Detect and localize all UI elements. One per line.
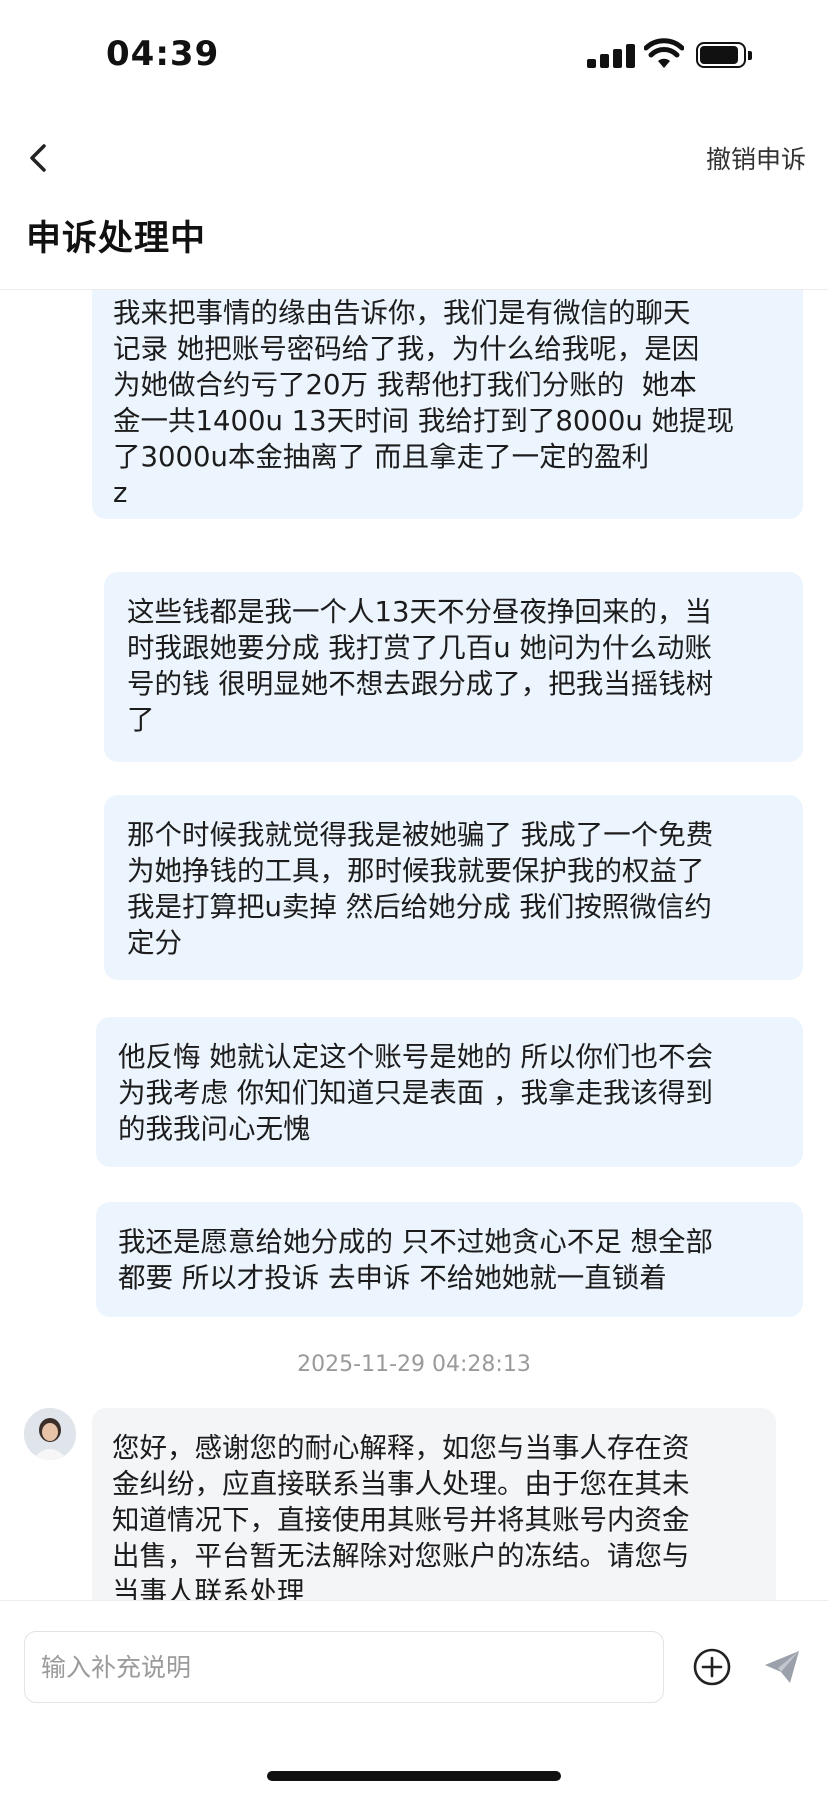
home-indicator [267, 1771, 561, 1781]
message-bubble: 我还是愿意给她分成的 只不过她贪心不足 想全部 都要 所以才投诉 去申诉 不给她… [96, 1202, 803, 1317]
status-time: 04:39 [106, 34, 220, 74]
status-bar: 04:39 [0, 0, 828, 110]
paper-plane-icon [765, 1651, 799, 1683]
message-bubble: 那个时候我就觉得我是被她骗了 我成了一个免费 为她挣钱的工具，那时候我就要保护我… [104, 795, 803, 980]
reply-bubble: 您好，感谢您的耐心解释，如您与当事人存在资 金纠纷，应直接联系当事人处理。由于您… [92, 1408, 776, 1600]
battery-icon [696, 42, 754, 68]
message-text: 我还是愿意给她分成的 只不过她贪心不足 想全部 都要 所以才投诉 去申诉 不给她… [118, 1226, 713, 1294]
message-bubble: 我来把事情的缘由告诉你，我们是有微信的聊天 记录 她把账号密码给了我，为什么给我… [92, 290, 803, 519]
add-attachment-button[interactable] [692, 1647, 732, 1687]
chat-thread[interactable]: 我来把事情的缘由告诉你，我们是有微信的聊天 记录 她把账号密码给了我，为什么给我… [0, 290, 828, 1600]
message-bubble: 这些钱都是我一个人13天不分昼夜挣回来的，当 时我跟她要分成 我打赏了几百u 她… [104, 572, 803, 762]
message-bubble: 他反悔 她就认定这个账号是她的 所以你们也不会 为我考虑 你知们知道只是表面 ，… [96, 1017, 803, 1167]
wifi-icon [644, 38, 684, 68]
message-text: 那个时候我就觉得我是被她骗了 我成了一个免费 为她挣钱的工具，那时候我就要保护我… [127, 819, 714, 959]
support-avatar[interactable] [24, 1408, 76, 1460]
message-text: 这些钱都是我一个人13天不分昼夜挣回来的，当 时我跟她要分成 我打赏了几百u 她… [127, 596, 714, 736]
cancel-appeal-button[interactable]: 撤销申诉 [706, 140, 806, 176]
message-timestamp: 2025-11-29 04:28:13 [297, 1352, 531, 1377]
send-button[interactable] [762, 1647, 802, 1687]
chevron-left-icon [30, 144, 46, 172]
cellular-signal-icon [587, 44, 637, 68]
page-title: 申诉处理中 [26, 219, 207, 259]
supplement-input[interactable] [24, 1631, 664, 1703]
plus-circle-icon [693, 1648, 731, 1686]
agent-avatar-icon [24, 1408, 76, 1460]
reply-text: 您好，感谢您的耐心解释，如您与当事人存在资 金纠纷，应直接联系当事人处理。由于您… [112, 1432, 690, 1600]
message-text: 他反悔 她就认定这个账号是她的 所以你们也不会 为我考虑 你知们知道只是表面 ，… [118, 1041, 713, 1145]
back-button[interactable] [20, 138, 60, 178]
message-text: 我来把事情的缘由告诉你，我们是有微信的聊天 记录 她把账号密码给了我，为什么给我… [113, 297, 735, 509]
input-bar [0, 1600, 828, 1796]
